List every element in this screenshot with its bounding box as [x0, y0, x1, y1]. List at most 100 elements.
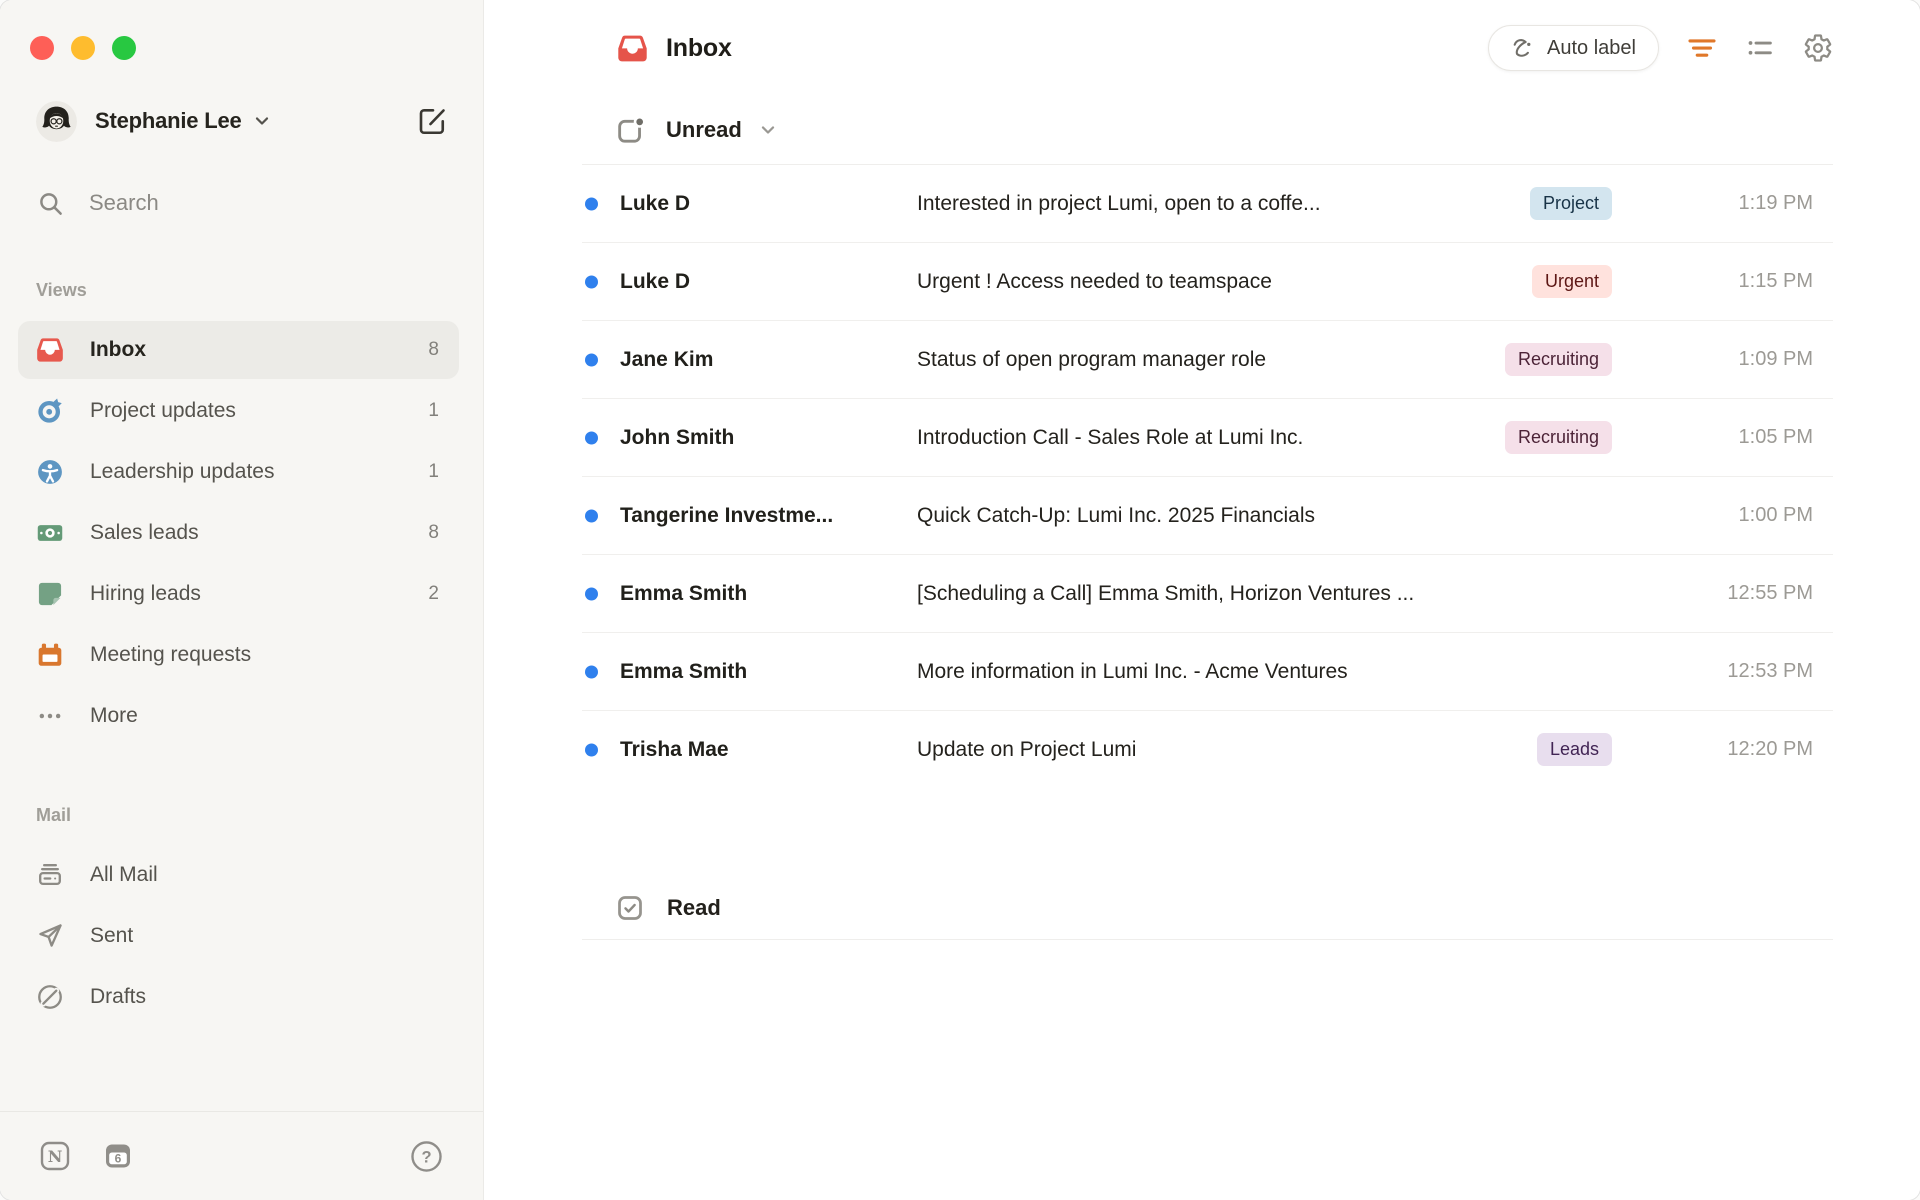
email-time: 1:19 PM — [1738, 192, 1813, 214]
email-subject: Urgent ! Access needed to teamspace — [917, 269, 1272, 293]
chevron-down-icon[interactable] — [252, 111, 272, 131]
section-label: Views — [36, 280, 87, 300]
sidebar-sections: Views Inbox 8 Project updates 1 Leadersh… — [0, 280, 483, 1026]
search-button[interactable]: Search — [37, 188, 447, 218]
email-time: 1:09 PM — [1738, 348, 1813, 370]
item-count: 2 — [428, 583, 439, 604]
read-section-header[interactable]: Read — [582, 877, 1833, 940]
email-subject: Introduction Call - Sales Role at Lumi I… — [917, 425, 1304, 449]
email-subject: Quick Catch-Up: Lumi Inc. 2025 Financial… — [917, 503, 1316, 527]
email-row[interactable]: Trisha Mae Update on Project Lumi Leads … — [582, 711, 1833, 788]
search-label: Search — [89, 190, 159, 215]
avatar[interactable] — [36, 100, 77, 142]
ellipsis-icon — [36, 702, 64, 730]
label-badge: Leads — [1536, 733, 1612, 766]
email-sender: Jane Kim — [620, 347, 714, 371]
email-row[interactable]: Luke D Interested in project Lumi, open … — [582, 165, 1833, 243]
item-count: 8 — [428, 339, 439, 360]
help-icon[interactable]: ? — [410, 1140, 443, 1173]
email-list: Luke D Interested in project Lumi, open … — [582, 165, 1833, 788]
email-sender: Tangerine Investme... — [620, 503, 834, 527]
email-time: 12:53 PM — [1727, 660, 1813, 682]
sidebar-item-inbox[interactable]: Inbox 8 — [18, 321, 459, 379]
email-subject: Status of open program manager role — [917, 347, 1267, 371]
unread-icon — [615, 115, 646, 146]
email-row[interactable]: Emma Smith [Scheduling a Call] Emma Smit… — [582, 555, 1833, 633]
inbox-icon — [36, 336, 64, 364]
email-row[interactable]: Jane Kim Status of open program manager … — [582, 321, 1833, 399]
email-time: 12:55 PM — [1727, 582, 1813, 604]
email-row[interactable]: Luke D Urgent ! Access needed to teamspa… — [582, 243, 1833, 321]
page-title: Inbox — [666, 33, 732, 62]
email-sender: Luke D — [620, 191, 691, 215]
calendar-icon — [36, 641, 64, 669]
sidebar-item-leadership-updates[interactable]: Leadership updates 1 — [18, 443, 459, 501]
profile-name[interactable]: Stephanie Lee — [95, 108, 242, 134]
calendar-day-icon[interactable]: 6 — [104, 1142, 132, 1170]
list-view-icon[interactable] — [1745, 33, 1775, 63]
window-controls — [0, 0, 483, 60]
svg-text:6: 6 — [115, 1151, 122, 1165]
unread-dot — [585, 587, 598, 600]
section-label: Mail — [36, 805, 72, 825]
unread-dot — [585, 509, 598, 522]
sidebar-section: Views Inbox 8 Project updates 1 Leadersh… — [0, 280, 483, 745]
auto-label-text: Auto label — [1547, 36, 1636, 59]
compose-icon[interactable] — [417, 106, 447, 136]
filter-icon[interactable] — [1687, 33, 1717, 63]
email-row[interactable]: John Smith Introduction Call - Sales Rol… — [582, 399, 1833, 477]
sidebar-item-hiring-leads[interactable]: Hiring leads 2 — [18, 565, 459, 623]
unread-dot — [585, 197, 598, 210]
sidebar-item-sales-leads[interactable]: Sales leads 8 — [18, 504, 459, 562]
sidebar-item-drafts[interactable]: Drafts — [18, 968, 459, 1026]
dollar-bill-icon — [36, 519, 64, 547]
zoom-button[interactable] — [112, 36, 136, 60]
minimize-button[interactable] — [71, 36, 95, 60]
chevron-down-icon[interactable] — [758, 120, 778, 140]
unread-dot — [585, 743, 598, 756]
drafts-icon — [36, 983, 64, 1011]
email-time: 1:00 PM — [1738, 504, 1813, 526]
unread-dot — [585, 665, 598, 678]
unread-section-header[interactable]: Unread — [582, 96, 1833, 165]
email-row[interactable]: Tangerine Investme... Quick Catch-Up: Lu… — [582, 477, 1833, 555]
main-header: Inbox Auto label — [582, 0, 1833, 96]
email-subject: Interested in project Lumi, open to a co… — [917, 191, 1321, 215]
item-count: 8 — [428, 522, 439, 543]
auto-label-icon — [1511, 36, 1535, 60]
email-time: 1:15 PM — [1738, 270, 1813, 292]
label-badge: Recruiting — [1504, 343, 1612, 376]
read-label: Read — [667, 895, 721, 920]
email-sender: Emma Smith — [620, 581, 748, 605]
sidebar-section: Mail All Mail Sent Drafts — [0, 805, 483, 1026]
sidebar-footer: N 6 ? — [0, 1111, 483, 1200]
sidebar-item-project-updates[interactable]: Project updates 1 — [18, 382, 459, 440]
label-badge: Project — [1529, 187, 1612, 220]
unread-dot — [585, 431, 598, 444]
close-button[interactable] — [30, 36, 54, 60]
label-badge: Recruiting — [1504, 421, 1612, 454]
email-subject: Update on Project Lumi — [917, 737, 1137, 761]
notion-logo-icon[interactable]: N — [40, 1141, 70, 1171]
profile-row: Stephanie Lee — [36, 100, 447, 142]
svg-text:N: N — [48, 1147, 63, 1166]
main-panel: Inbox Auto label Unread Luke D Intereste… — [484, 0, 1920, 1200]
sidebar: Stephanie Lee Search Views Inbox 8 Proje… — [0, 0, 484, 1200]
auto-label-button[interactable]: Auto label — [1488, 25, 1659, 71]
app-window: Stephanie Lee Search Views Inbox 8 Proje… — [0, 0, 1920, 1200]
email-sender: Luke D — [620, 269, 691, 293]
email-row[interactable]: Emma Smith More information in Lumi Inc.… — [582, 633, 1833, 711]
item-count: 1 — [428, 400, 439, 421]
email-sender: Trisha Mae — [620, 737, 729, 761]
sidebar-item-sent[interactable]: Sent — [18, 907, 459, 965]
sidebar-item-all-mail[interactable]: All Mail — [18, 846, 459, 904]
read-checkbox-icon[interactable] — [615, 893, 645, 923]
email-sender: John Smith — [620, 425, 735, 449]
unread-dot — [585, 275, 598, 288]
sidebar-item-meeting-requests[interactable]: Meeting requests — [18, 626, 459, 684]
email-time: 12:20 PM — [1727, 738, 1813, 760]
gear-icon[interactable] — [1803, 33, 1833, 63]
unread-dot — [585, 353, 598, 366]
svg-text:?: ? — [421, 1148, 431, 1166]
sidebar-item-more[interactable]: More — [18, 687, 459, 745]
